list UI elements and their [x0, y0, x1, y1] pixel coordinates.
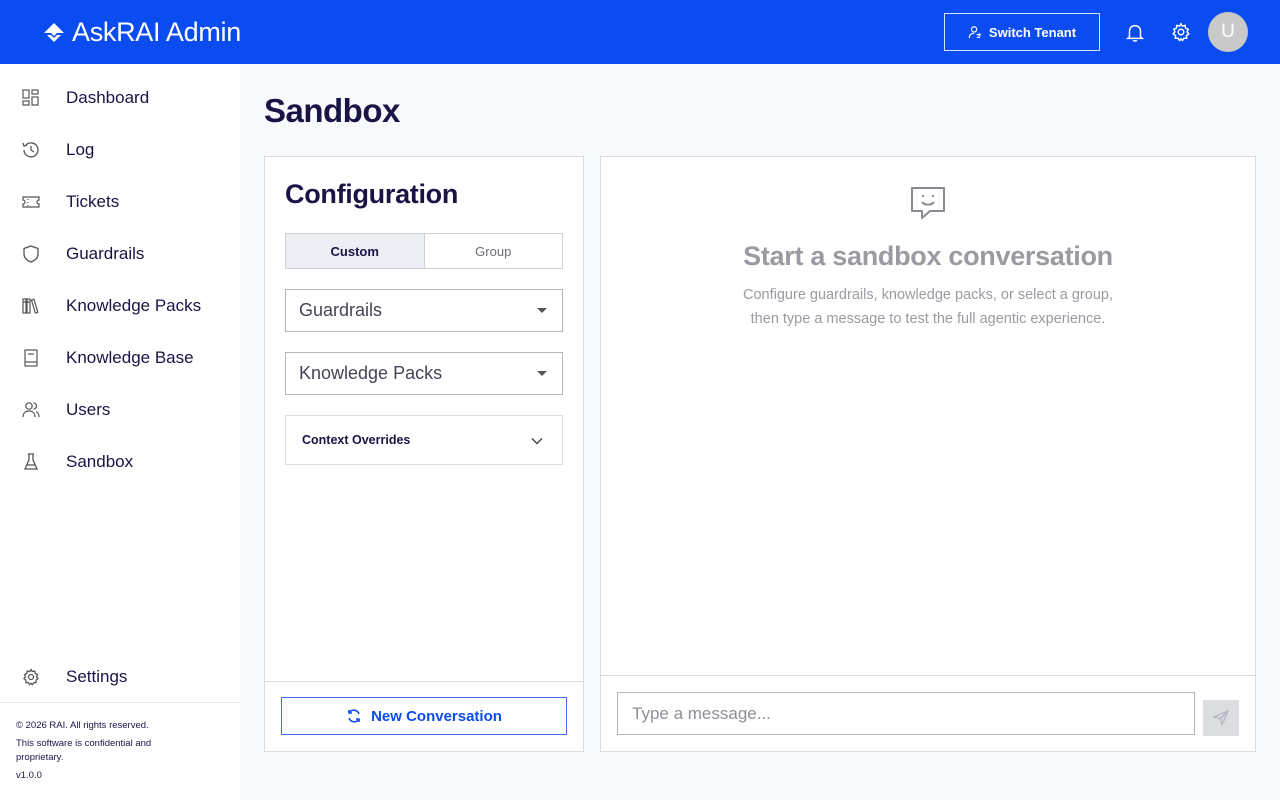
sidebar-item-settings[interactable]: Settings [0, 653, 240, 701]
tab-group[interactable]: Group [425, 234, 563, 268]
sidebar-item-label: Log [66, 140, 95, 159]
new-conversation-label: New Conversation [371, 707, 502, 725]
top-header: AskRAI Admin Switch Tenant U [0, 0, 1280, 64]
send-button[interactable] [1203, 700, 1239, 736]
guardrails-select[interactable]: Guardrails [285, 289, 563, 332]
dashboard-icon [22, 89, 39, 106]
users-icon [22, 402, 40, 418]
caret-down-icon [537, 371, 547, 376]
user-switch-icon [968, 26, 981, 39]
empty-state-title: Start a sandbox conversation [743, 241, 1113, 271]
chevron-down-icon [531, 438, 543, 445]
brand-logo-icon [44, 22, 64, 42]
empty-state-description: Configure guardrails, knowledge packs, o… [743, 287, 1113, 327]
gear-icon[interactable] [1170, 21, 1192, 43]
mode-toggle: Custom Group [285, 233, 563, 269]
configuration-panel: Configuration Custom Group Guardrails Kn… [264, 156, 584, 752]
footer-version: v1.0.0 [16, 770, 42, 781]
context-overrides-label: Context Overrides [302, 433, 411, 447]
page-title: Sandbox [264, 92, 400, 129]
footer-copyright: © 2026 RAI. All rights reserved. [16, 720, 149, 731]
sidebar-item-label: Dashboard [66, 88, 150, 107]
configuration-footer-divider [265, 681, 583, 682]
chat-smile-icon [911, 187, 945, 219]
sidebar-item-label: Knowledge Base [66, 348, 194, 367]
sidebar-item-knowledge-packs[interactable]: Knowledge Packs [0, 282, 240, 330]
sidebar-item-sandbox[interactable]: Sandbox [0, 438, 240, 486]
book-icon [24, 349, 38, 367]
guardrails-select-label: Guardrails [299, 300, 383, 320]
sidebar-item-label: Tickets [66, 192, 120, 211]
shield-icon [23, 245, 39, 263]
sidebar-item-tickets[interactable]: Tickets [0, 178, 240, 226]
history-icon [22, 142, 39, 158]
sidebar-item-dashboard[interactable]: Dashboard [0, 74, 240, 122]
sidebar-divider [0, 702, 240, 703]
sidebar-item-log[interactable]: Log [0, 126, 240, 174]
send-icon [1213, 710, 1229, 726]
bell-icon[interactable] [1124, 21, 1146, 43]
sidebar-item-users[interactable]: Users [0, 386, 240, 434]
sidebar-item-label: Users [66, 400, 111, 419]
switch-tenant-label: Switch Tenant [988, 24, 1077, 40]
brand-name: AskRAI Admin [72, 17, 241, 47]
switch-tenant-button[interactable]: Switch Tenant [944, 13, 1100, 51]
refresh-icon [348, 709, 360, 723]
caret-down-icon [537, 308, 547, 313]
chat-input-divider [601, 675, 1255, 676]
brand[interactable]: AskRAI Admin [42, 17, 241, 48]
sidebar-item-knowledge-base[interactable]: Knowledge Base [0, 334, 240, 382]
flask-icon [23, 453, 39, 470]
configuration-title: Configuration [285, 179, 459, 209]
message-input[interactable] [617, 692, 1195, 735]
books-icon [22, 298, 39, 314]
gear-icon [22, 668, 40, 686]
sidebar-item-guardrails[interactable]: Guardrails [0, 230, 240, 278]
sidebar-item-label: Sandbox [66, 452, 134, 471]
new-conversation-button[interactable]: New Conversation [281, 697, 567, 735]
sidebar-item-label: Settings [66, 667, 128, 686]
sidebar-item-label: Knowledge Packs [66, 296, 202, 315]
knowledge-packs-select[interactable]: Knowledge Packs [285, 352, 563, 395]
footer-confidential: This software is confidential and propri… [16, 738, 152, 763]
avatar[interactable]: U [1208, 12, 1248, 52]
context-overrides-accordion[interactable]: Context Overrides [285, 415, 563, 465]
sidebar: Dashboard Log Tickets Guardrails Knowled… [0, 64, 240, 800]
knowledge-packs-select-label: Knowledge Packs [299, 363, 443, 383]
chat-panel: Start a sandbox conversation Configure g… [600, 156, 1256, 752]
tab-custom[interactable]: Custom [286, 234, 425, 268]
sidebar-item-label: Guardrails [66, 244, 145, 263]
ticket-icon [22, 196, 40, 208]
